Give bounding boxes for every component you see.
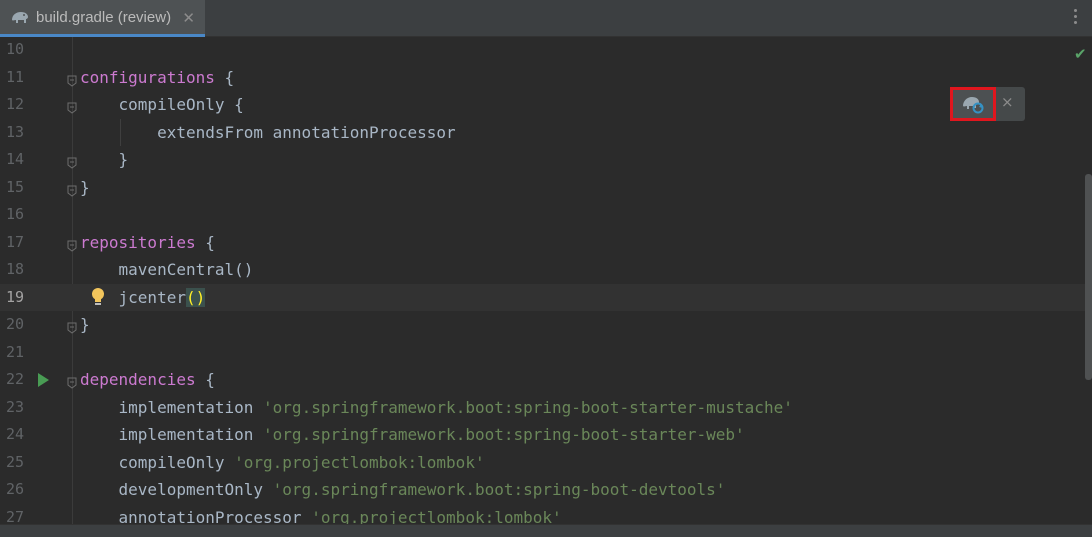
code-token: { (195, 232, 215, 252)
code-token: { (214, 67, 235, 87)
code-line-14[interactable]: 14 } (0, 146, 1092, 174)
code-line-17[interactable]: 17 repositories { (0, 229, 1092, 257)
code-line-15[interactable]: 15} (0, 174, 1092, 202)
code-text: configurations { (80, 64, 234, 92)
code-line-23[interactable]: 23 implementation 'org.springframework.b… (0, 394, 1092, 422)
code-text: mavenCentral() (80, 256, 254, 284)
string-literal: 'org.springframework.boot:spring-boot-de… (272, 480, 726, 499)
code-token: developmentOnly (80, 480, 273, 499)
code-line-20[interactable]: 20} (0, 311, 1092, 339)
code-line-27[interactable]: 27 annotationProcessor 'org.projectlombo… (0, 504, 1092, 525)
line-number: 23 (6, 397, 25, 416)
code-token: compileOnly (80, 452, 235, 472)
code-token: extendsFrom annotationProcessor (80, 122, 456, 142)
code-token: () (185, 287, 206, 307)
fold-marker-icon[interactable] (67, 72, 77, 87)
code-text: implementation 'org.springframework.boot… (80, 394, 793, 422)
code-token: annotationProcessor (80, 507, 312, 525)
code-line-11[interactable]: 11 configurations { (0, 64, 1092, 92)
code-line-24[interactable]: 24 implementation 'org.springframework.b… (0, 421, 1092, 449)
code-token: } (80, 315, 90, 334)
tab-build-gradle[interactable]: build.gradle (review) ✕ (0, 0, 205, 37)
run-icon[interactable] (38, 373, 49, 387)
code-text: repositories { (80, 229, 215, 257)
code-line-10[interactable]: 10 (0, 37, 1092, 64)
code-text: } (80, 146, 129, 174)
code-token: } (80, 150, 129, 169)
fold-marker-icon[interactable] (67, 374, 77, 389)
gradle-elephant-icon (10, 9, 30, 25)
keyword: dependencies (80, 370, 196, 389)
line-number: 12 (6, 95, 25, 113)
line-number: 19 (6, 287, 25, 306)
code-token: { (195, 370, 215, 389)
string-literal: 'org.springframework.boot:spring-boot-st… (263, 425, 745, 444)
string-literal: 'org.springframework.boot:spring-boot-st… (263, 397, 793, 417)
code-text: compileOnly { (80, 91, 244, 119)
code-text: implementation 'org.springframework.boot… (80, 421, 745, 449)
vertical-scrollbar[interactable] (1085, 174, 1092, 380)
string-literal: 'org.projectlombok:lombok' (234, 452, 485, 472)
fold-marker-icon[interactable] (67, 182, 77, 197)
code-line-22[interactable]: 22 dependencies { (0, 366, 1092, 394)
code-text: compileOnly 'org.projectlombok:lombok' (80, 449, 485, 477)
code-text: extendsFrom annotationProcessor (80, 119, 456, 147)
code-line-13[interactable]: 13 extendsFrom annotationProcessor (0, 119, 1092, 147)
line-number: 21 (6, 342, 25, 361)
code-token: } (80, 177, 90, 197)
code-text: jcenter() (80, 284, 206, 312)
more-options-icon[interactable] (1074, 9, 1078, 27)
code-text: } (80, 311, 90, 339)
code-token: compileOnly { (80, 95, 244, 114)
line-number: 25 (6, 452, 25, 471)
code-line-25[interactable]: 25 compileOnly 'org.projectlombok:lombok… (0, 449, 1092, 477)
line-number: 26 (6, 480, 25, 498)
fold-marker-icon[interactable] (67, 319, 77, 334)
line-number: 18 (6, 260, 25, 278)
code-token: implementation (80, 397, 264, 417)
tab-label: build.gradle (review) (36, 8, 172, 26)
gradle-load-changes-popup: × (950, 87, 1025, 121)
keyword: configurations (80, 67, 215, 87)
inspection-ok-icon[interactable]: ✔ (1074, 45, 1087, 63)
code-line-26[interactable]: 26 developmentOnly 'org.springframework.… (0, 476, 1092, 504)
code-line-16[interactable]: 16 (0, 201, 1092, 229)
keyword: repositories (80, 232, 196, 252)
popup-close-icon[interactable]: × (1001, 93, 1014, 111)
string-literal: 'org.projectlombok:lombok' (311, 507, 562, 525)
code-line-18[interactable]: 18 mavenCentral() (0, 256, 1092, 284)
editor-tab-bar: build.gradle (review) ✕ (0, 0, 1092, 37)
line-number: 24 (6, 425, 25, 443)
code-line-21[interactable]: 21 (0, 339, 1092, 367)
code-editor[interactable]: 10 11 configurations {12 compileOnly {13 e… (0, 37, 1092, 524)
code-token: mavenCentral() (80, 260, 254, 279)
code-text: } (80, 174, 90, 202)
line-number: 27 (6, 507, 25, 525)
load-gradle-changes-button[interactable] (950, 87, 996, 121)
line-number: 14 (6, 150, 25, 168)
gradle-refresh-icon (963, 97, 984, 114)
code-token: implementation (80, 425, 264, 444)
fold-marker-icon[interactable] (67, 99, 77, 114)
fold-marker-icon[interactable] (67, 154, 77, 169)
line-number: 16 (6, 205, 25, 223)
line-number: 10 (6, 40, 25, 58)
code-token: jcenter (80, 287, 186, 307)
line-number: 13 (6, 122, 25, 141)
line-number: 17 (6, 232, 25, 251)
code-line-12[interactable]: 12 compileOnly { (0, 91, 1092, 119)
code-text: dependencies { (80, 366, 215, 394)
tab-close-icon[interactable]: ✕ (182, 9, 195, 27)
code-text: annotationProcessor 'org.projectlombok:l… (80, 504, 562, 525)
line-number: 15 (6, 177, 25, 196)
fold-marker-icon[interactable] (67, 237, 77, 252)
line-number: 20 (6, 315, 25, 333)
bottom-strip (0, 524, 1092, 537)
line-number: 11 (6, 67, 25, 86)
code-text: developmentOnly 'org.springframework.boo… (80, 476, 726, 504)
code-line-19[interactable]: 19 jcenter() (0, 283, 1092, 312)
